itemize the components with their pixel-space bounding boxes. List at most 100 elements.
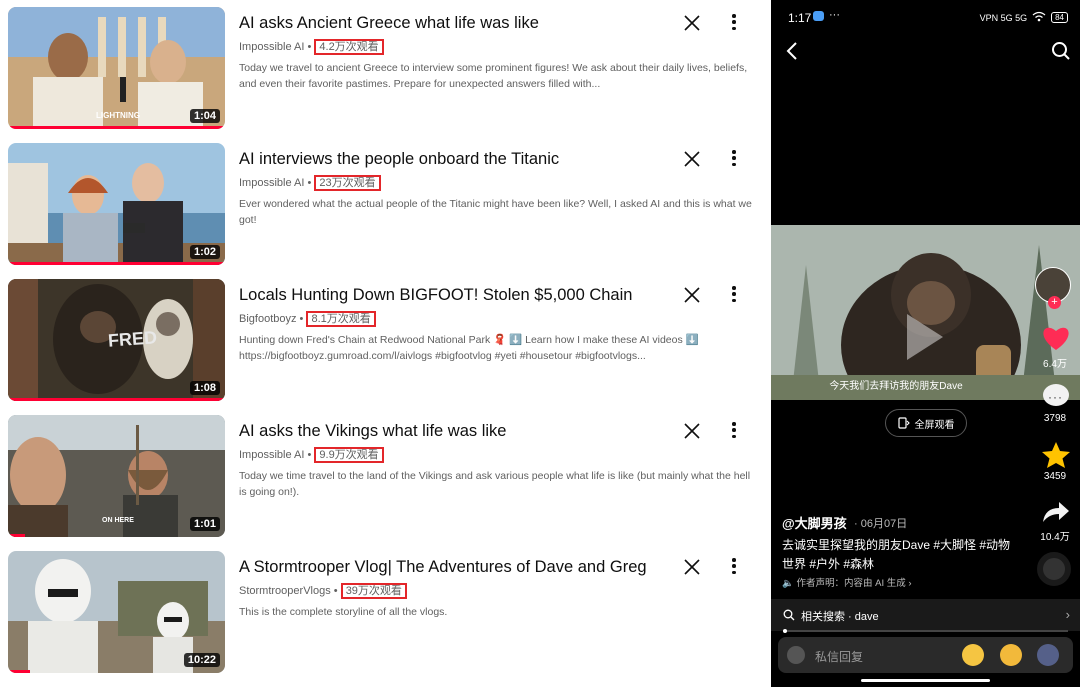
playback-progress[interactable] [783, 629, 1068, 633]
close-icon[interactable] [682, 557, 702, 577]
more-status-icon: ··· [829, 9, 840, 21]
channel-name[interactable]: Impossible AI [239, 41, 304, 53]
chevron-right-icon: › [905, 578, 912, 589]
close-icon[interactable] [682, 285, 702, 305]
fullscreen-button[interactable]: 全屏观看 [885, 409, 967, 437]
video-description: This is the complete storyline of all th… [239, 606, 448, 618]
fullscreen-icon [897, 417, 910, 429]
search-icon [783, 609, 795, 621]
close-icon[interactable] [682, 13, 702, 33]
more-options-icon[interactable] [727, 12, 741, 32]
video-description: Today we time travel to the land of the … [239, 470, 751, 498]
reply-placeholder: 私信回复 [815, 650, 864, 664]
close-icon[interactable] [682, 149, 702, 169]
watch-progress-bar [8, 398, 225, 401]
channel-name[interactable]: Impossible AI [239, 449, 304, 461]
star-icon[interactable] [1041, 441, 1071, 469]
post-date: · 06月07日 [854, 518, 908, 530]
video-item[interactable]: FRED 1:08 Locals Hunting Down BIGFOOT! S… [0, 279, 771, 409]
heart-icon[interactable] [1041, 324, 1071, 352]
video-title[interactable]: A Stormtrooper Vlog| The Adventures of D… [239, 558, 647, 577]
watch-progress-bar [8, 534, 26, 537]
share-icon[interactable] [1041, 500, 1071, 524]
home-indicator [861, 679, 990, 682]
video-description: Hunting down Fred's Chain at Redwood Nat… [239, 334, 699, 362]
video-meta: Bigfootboyz • 8.1万次观看 [239, 310, 376, 327]
related-search-text: 相关搜索 · dave [801, 611, 879, 623]
chevron-right-icon: › [1065, 607, 1070, 622]
channel-name[interactable]: Bigfootboyz [239, 313, 296, 325]
reply-input[interactable]: 私信回复 [778, 637, 1073, 673]
video-player[interactable] [771, 225, 1080, 400]
video-meta: Impossible AI • 9.9万次观看 [239, 446, 384, 463]
close-icon[interactable] [682, 421, 702, 441]
video-duration: 1:01 [189, 517, 220, 531]
more-options-icon[interactable] [727, 148, 741, 168]
view-count: 8.1万次观看 [306, 311, 376, 327]
video-item[interactable]: LIGHTNING 1:04 AI asks Ancient Greece wh… [0, 7, 771, 137]
more-options-icon[interactable] [727, 420, 741, 440]
network-status-text: VPN 5G 5G [979, 12, 1028, 23]
view-count: 9.9万次观看 [314, 447, 384, 463]
watch-progress-bar [8, 262, 225, 265]
post-caption: 去诚实里探望我的朋友Dave #大脚怪 #动物世界 #户外 #森林 [782, 538, 1011, 571]
share-count: 10.4万 [1040, 532, 1070, 543]
thumbnail-text: LIGHTNING [96, 111, 140, 120]
ai-disclaimer: 🔈 作者声明：内容由 AI 生成 › [782, 575, 912, 589]
channel-name[interactable]: StormtrooperVlogs [239, 585, 331, 597]
emoji-icon[interactable] [1037, 644, 1059, 666]
more-options-icon[interactable] [727, 284, 741, 304]
search-icon[interactable] [1051, 41, 1071, 61]
video-thumbnail[interactable]: FRED 1:08 [8, 279, 225, 401]
youtube-video-list: LIGHTNING 1:04 AI asks Ancient Greece wh… [0, 0, 771, 687]
battery-icon: 84 [1051, 12, 1068, 23]
related-search-bar[interactable]: 相关搜索 · dave › [771, 599, 1080, 631]
video-duration: 1:04 [189, 109, 220, 123]
comment-dots: ··· [1048, 390, 1063, 404]
video-description: Today we travel to ancient Greece to int… [239, 62, 748, 90]
ai-disclaimer-text: 作者声明：内容由 AI 生成 [796, 578, 906, 589]
music-disc[interactable] [1037, 552, 1071, 586]
video-title[interactable]: AI asks the Vikings what life was like [239, 422, 506, 441]
video-meta: Impossible AI • 4.2万次观看 [239, 38, 384, 55]
phone-screen: 1:17 ··· VPN 5G 5G 84 今天我们去拜访我的朋友Dave 全屏… [771, 0, 1080, 687]
video-item[interactable]: 10:22 A Stormtrooper Vlog| The Adventure… [0, 551, 771, 681]
camera-icon[interactable] [787, 646, 805, 664]
channel-name[interactable]: Impossible AI [239, 177, 304, 189]
emoji-icon[interactable] [1000, 644, 1022, 666]
status-bar: 1:17 ··· VPN 5G 5G 84 [771, 0, 1080, 36]
video-meta: StormtrooperVlogs • 39万次观看 [239, 582, 407, 599]
play-icon[interactable] [903, 310, 947, 364]
status-time: 1:17 [788, 11, 812, 25]
thumbnail-text: FRED [107, 327, 158, 351]
video-duration: 1:02 [189, 245, 220, 259]
watch-progress-bar [8, 670, 30, 673]
emoji-icon[interactable] [962, 644, 984, 666]
video-title[interactable]: AI interviews the people onboard the Tit… [239, 150, 559, 169]
more-options-icon[interactable] [727, 556, 741, 576]
author-name[interactable]: @大脚男孩 [782, 513, 847, 532]
comment-count: 3798 [1043, 413, 1067, 424]
view-count: 4.2万次观看 [314, 39, 384, 55]
video-subtitle: 今天我们去拜访我的朋友Dave [829, 381, 963, 392]
video-thumbnail[interactable]: 10:22 [8, 551, 225, 673]
favorite-count: 3459 [1043, 471, 1067, 482]
video-item[interactable]: 1:02 AI interviews the people onboard th… [0, 143, 771, 273]
video-item[interactable]: ON HERE 1:01 AI asks the Vikings what li… [0, 415, 771, 545]
follow-plus-icon[interactable]: + [1048, 296, 1061, 309]
video-description: Ever wondered what the actual people of … [239, 198, 752, 226]
video-thumbnail[interactable]: ON HERE 1:01 [8, 415, 225, 537]
video-duration: 10:22 [183, 653, 220, 667]
wifi-icon [1032, 11, 1046, 24]
speaker-icon: 🔈 [782, 578, 797, 589]
fullscreen-label: 全屏观看 [914, 419, 955, 431]
back-icon[interactable] [785, 41, 799, 61]
video-meta: Impossible AI • 23万次观看 [239, 174, 381, 191]
view-count: 39万次观看 [340, 583, 407, 599]
video-thumbnail[interactable]: 1:02 [8, 143, 225, 265]
video-thumbnail[interactable]: LIGHTNING 1:04 [8, 7, 225, 129]
video-title[interactable]: Locals Hunting Down BIGFOOT! Stolen $5,0… [239, 286, 632, 305]
video-title[interactable]: AI asks Ancient Greece what life was lik… [239, 14, 539, 33]
view-count: 23万次观看 [314, 175, 381, 191]
watch-progress-bar [8, 126, 225, 129]
